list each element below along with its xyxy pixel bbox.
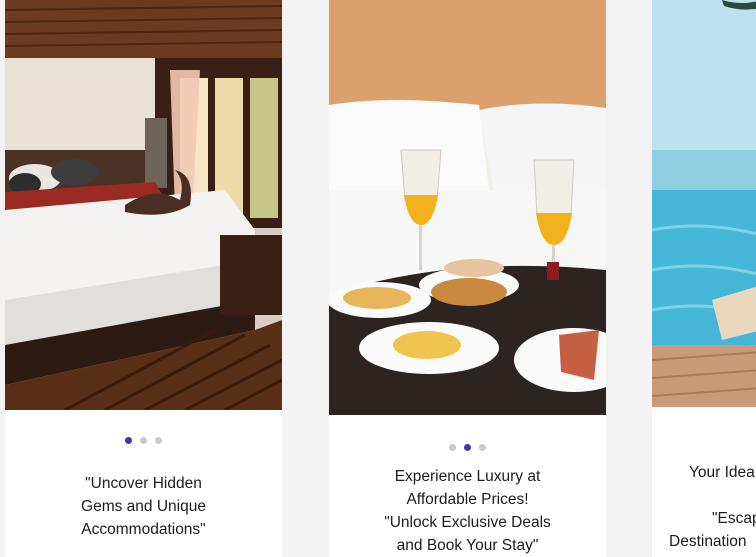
caption-line: "Unlock Exclusive Deals — [384, 514, 551, 531]
carousel-dot-3[interactable] — [479, 444, 486, 451]
pool-photo — [652, 0, 756, 407]
carousel-dot-1[interactable] — [125, 437, 132, 444]
caption-line: Destination — [669, 533, 747, 550]
carousel-dots — [329, 444, 606, 451]
carousel-dot-3[interactable] — [155, 437, 162, 444]
caption-line: Experience Luxury at — [394, 468, 541, 485]
caption-line: Accommodations" — [81, 521, 206, 538]
carousel-card-2[interactable]: Experience Luxury at Affordable Prices! … — [329, 0, 606, 557]
carousel-dot-1[interactable] — [449, 444, 456, 451]
caption-line: "Escap — [712, 510, 756, 527]
carousel-card-3[interactable]: Your Idea "Escap Destination — [652, 0, 756, 557]
bedroom-photo — [5, 0, 282, 410]
caption-line: Your Idea — [689, 464, 755, 481]
breakfast-photo — [329, 0, 606, 415]
caption-line: "Uncover Hidden — [85, 475, 202, 492]
carousel-dot-2[interactable] — [464, 444, 471, 451]
caption-line: Affordable Prices! — [406, 491, 529, 508]
card-caption: Your Idea "Escap Destination — [669, 461, 756, 553]
carousel-card-1[interactable]: "Uncover Hidden Gems and Unique Accommod… — [5, 0, 282, 557]
caption-line: and Book Your Stay" — [396, 537, 539, 554]
carousel-dots — [5, 437, 282, 444]
card-caption: Experience Luxury at Affordable Prices! … — [329, 465, 606, 557]
card-caption: "Uncover Hidden Gems and Unique Accommod… — [5, 472, 282, 541]
caption-line: Gems and Unique — [81, 498, 206, 515]
caption-line — [689, 484, 756, 507]
carousel-dot-2[interactable] — [140, 437, 147, 444]
